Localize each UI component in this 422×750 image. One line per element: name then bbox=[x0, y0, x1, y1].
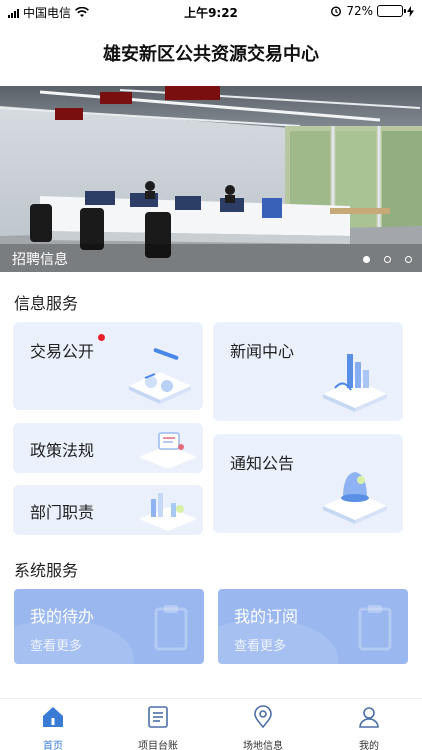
transaction-illustration-icon bbox=[129, 348, 191, 404]
battery-icon bbox=[377, 5, 406, 17]
card-department-duties[interactable]: 部门职责 bbox=[13, 485, 203, 535]
card-label: 交易公开 bbox=[30, 342, 95, 361]
location-pin-icon bbox=[254, 705, 272, 729]
card-label: 部门职责 bbox=[30, 503, 95, 522]
section-title-system: 系统服务 bbox=[14, 561, 79, 580]
notice-illustration-icon bbox=[323, 472, 387, 524]
charging-icon bbox=[407, 5, 414, 17]
card-label: 新闻中心 bbox=[230, 342, 295, 361]
carousel-dot[interactable] bbox=[405, 256, 412, 263]
alarm-icon bbox=[331, 6, 342, 17]
sys-card-title: 我的订阅 bbox=[234, 607, 299, 626]
status-bar: 中国电信 上午9:22 72% bbox=[0, 0, 422, 22]
section-title-info: 信息服务 bbox=[14, 294, 79, 313]
tab-label: 场地信息 bbox=[243, 741, 283, 750]
status-right: 72% bbox=[330, 4, 414, 18]
view-more-link[interactable]: 查看更多 bbox=[234, 635, 286, 654]
view-more-link[interactable]: 查看更多 bbox=[30, 635, 82, 654]
banner-carousel[interactable]: 招聘信息 bbox=[0, 86, 422, 272]
clipboard-watermark-icon bbox=[358, 605, 392, 651]
card-news-center[interactable]: 新闻中心 bbox=[213, 322, 403, 421]
tab-home[interactable]: 首页 bbox=[13, 705, 93, 750]
clipboard-watermark-icon bbox=[154, 605, 188, 651]
banner-caption: 招聘信息 bbox=[12, 252, 68, 268]
card-transaction-public[interactable]: 交易公开 bbox=[13, 322, 203, 410]
tab-label: 项目台账 bbox=[138, 741, 178, 750]
news-illustration-icon bbox=[323, 354, 387, 412]
carousel-dot[interactable] bbox=[363, 256, 370, 263]
my-todo-card[interactable]: 我的待办 查看更多 bbox=[14, 589, 204, 664]
department-illustration-icon bbox=[139, 493, 197, 531]
card-label: 通知公告 bbox=[230, 454, 295, 473]
card-policy-regulations[interactable]: 政策法规 bbox=[13, 423, 203, 473]
policy-illustration-icon bbox=[139, 432, 197, 469]
carousel-indicators[interactable] bbox=[363, 256, 412, 263]
bottom-tab-bar: 首页 项目台账 场地信息 我的 bbox=[0, 698, 422, 750]
tab-label: 首页 bbox=[43, 741, 63, 750]
battery-percent: 72% bbox=[346, 4, 373, 18]
carousel-dot[interactable] bbox=[384, 256, 391, 263]
page-title: 雄安新区公共资源交易中心 bbox=[103, 44, 319, 65]
tab-label: 我的 bbox=[359, 741, 379, 750]
notification-badge bbox=[98, 334, 105, 341]
tab-mine[interactable]: 我的 bbox=[329, 705, 409, 750]
banner-caption-bar: 招聘信息 bbox=[0, 244, 422, 272]
my-subscription-card[interactable]: 我的订阅 查看更多 bbox=[218, 589, 408, 664]
tab-project-ledger[interactable]: 项目台账 bbox=[118, 705, 198, 750]
home-icon bbox=[43, 707, 63, 727]
document-icon bbox=[148, 706, 168, 728]
sys-card-title: 我的待办 bbox=[30, 607, 95, 626]
card-notices[interactable]: 通知公告 bbox=[213, 434, 403, 533]
tab-venue-info[interactable]: 场地信息 bbox=[223, 705, 303, 750]
user-icon bbox=[359, 707, 379, 728]
card-label: 政策法规 bbox=[30, 441, 95, 460]
